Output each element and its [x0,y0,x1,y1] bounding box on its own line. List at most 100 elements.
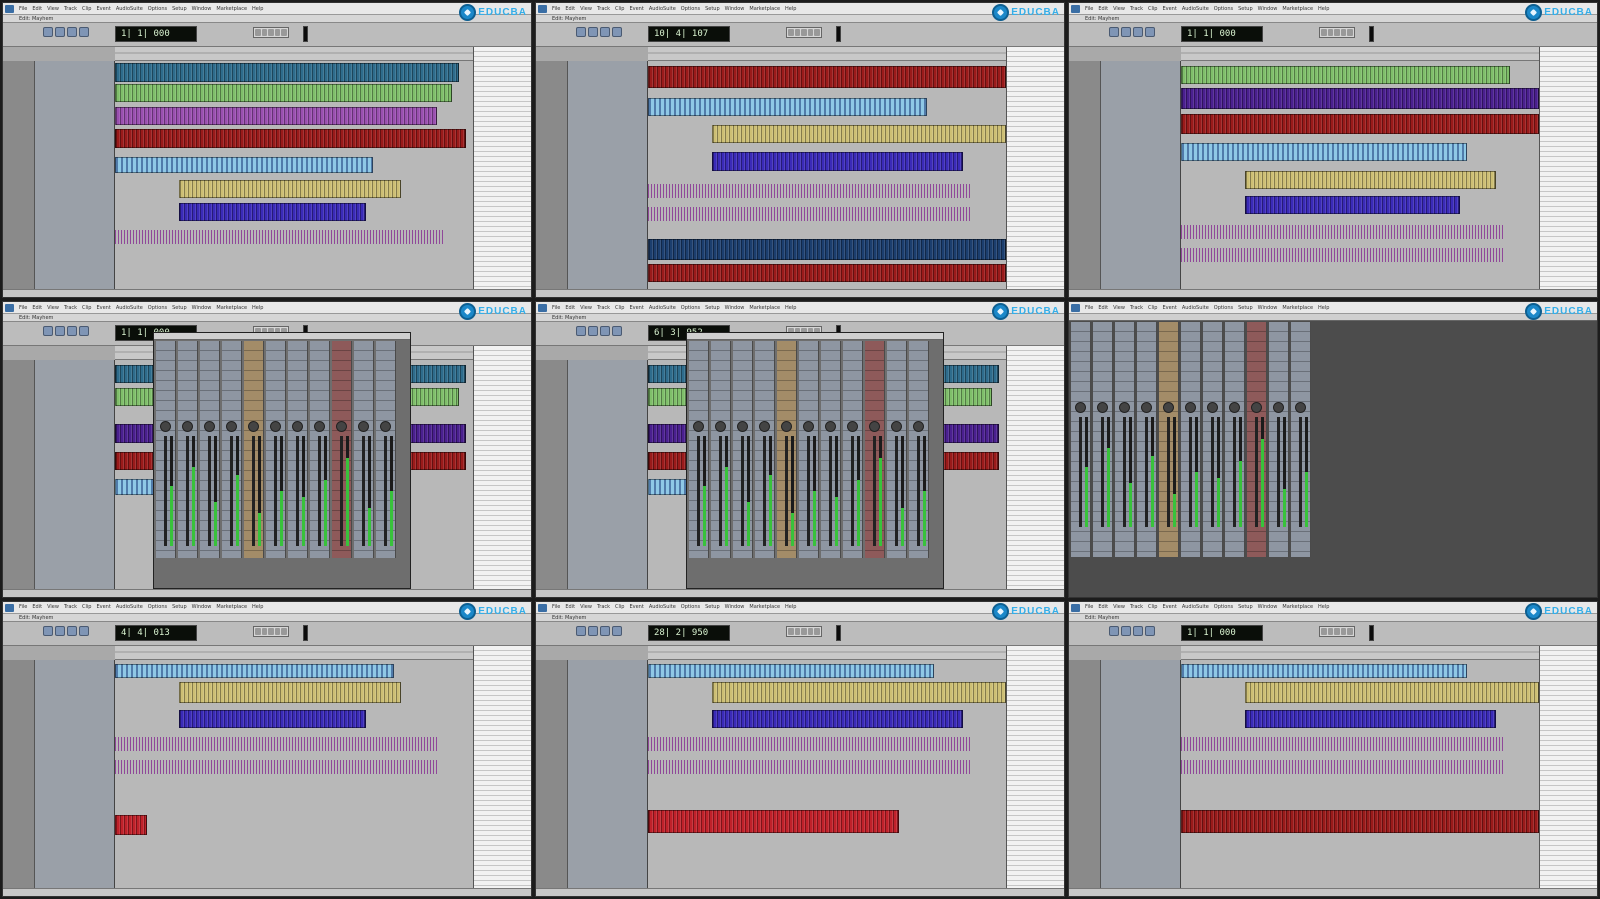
volume-fader[interactable] [851,436,854,547]
menu-event[interactable]: Event [629,604,643,610]
pan-knob[interactable] [336,421,347,433]
transport-button[interactable] [814,29,820,36]
edit-tool-button[interactable] [1145,625,1155,636]
volume-fader[interactable] [1189,417,1192,528]
mixer-channel-strip[interactable] [1291,322,1311,557]
menu-setup[interactable]: Setup [705,305,720,311]
volume-automation[interactable] [648,760,971,775]
menu-options[interactable]: Options [148,604,167,610]
edit-tool-button[interactable] [1145,27,1155,37]
menu-help[interactable]: Help [1318,305,1329,311]
menu-setup[interactable]: Setup [705,6,720,12]
volume-automation[interactable] [648,737,971,752]
transport-button[interactable] [1334,29,1340,36]
mixer-channel-strip[interactable] [1225,322,1245,557]
transport-button[interactable] [788,627,794,635]
transport-button[interactable] [794,627,801,635]
transport-controls[interactable] [786,27,822,38]
audio-clip[interactable] [179,202,366,221]
edit-tool-button[interactable] [43,625,53,636]
menu-event[interactable]: Event [96,6,110,12]
menu-file[interactable]: File [19,6,27,12]
pan-knob[interactable] [1097,402,1108,414]
edit-tool-button[interactable] [67,326,77,337]
edit-tool-button[interactable] [67,625,77,636]
menu-audiosuite[interactable]: AudioSuite [1182,305,1209,311]
transport-controls[interactable] [786,625,822,637]
menu-file[interactable]: File [552,604,560,610]
menu-marketplace[interactable]: Marketplace [749,6,780,12]
menu-help[interactable]: Help [1318,6,1329,12]
menu-clip[interactable]: Clip [82,604,91,610]
transport-button[interactable] [801,29,807,36]
volume-fader[interactable] [895,436,898,547]
menu-event[interactable]: Event [629,305,643,311]
mixer-channel-strip[interactable] [777,341,797,558]
menu-setup[interactable]: Setup [705,604,720,610]
volume-fader[interactable] [1255,417,1258,528]
volume-fader[interactable] [186,436,189,547]
menu-audiosuite[interactable]: AudioSuite [116,604,143,610]
menu-help[interactable]: Help [252,604,263,610]
pan-knob[interactable] [1273,402,1284,414]
menu-window[interactable]: Window [192,6,212,12]
mixer-channel-strip[interactable] [909,341,929,558]
menu-options[interactable]: Options [681,305,700,311]
mixer-channel-strip[interactable] [332,341,352,558]
menu-clip[interactable]: Clip [1148,604,1157,610]
volume-fader[interactable] [785,436,788,547]
menu-file[interactable]: File [552,6,560,12]
transport-button[interactable] [261,627,268,635]
menu-file[interactable]: File [552,305,560,311]
mixer-channel-strip[interactable] [887,341,907,558]
transport-button[interactable] [807,627,814,635]
menu-event[interactable]: Event [1162,6,1176,12]
transport-button[interactable] [1321,29,1327,36]
menu-window[interactable]: Window [192,604,212,610]
mixer-channel-strip[interactable] [288,341,308,558]
menu-options[interactable]: Options [1214,6,1233,12]
menu-file[interactable]: File [1085,6,1093,12]
audio-clip[interactable] [115,83,452,103]
pan-knob[interactable] [248,421,259,433]
volume-fader[interactable] [230,436,233,547]
volume-fader[interactable] [763,436,766,547]
audio-clip[interactable] [712,709,964,729]
transport-controls[interactable] [1319,625,1355,637]
transport-button[interactable] [255,29,261,36]
menu-options[interactable]: Options [1214,604,1233,610]
volume-fader[interactable] [318,436,321,547]
menu-track[interactable]: Track [597,604,610,610]
menu-marketplace[interactable]: Marketplace [216,604,247,610]
edit-tool-button[interactable] [1133,625,1143,636]
volume-automation[interactable] [115,229,445,244]
audio-clip[interactable] [648,264,1006,283]
menu-view[interactable]: View [47,604,59,610]
menu-clip[interactable]: Clip [615,6,624,12]
mixer-channel-strip[interactable] [222,341,242,558]
volume-fader[interactable] [1211,417,1214,528]
menu-event[interactable]: Event [96,604,110,610]
pan-knob[interactable] [1185,402,1196,414]
menu-track[interactable]: Track [597,305,610,311]
audio-clip[interactable] [648,239,1006,260]
volume-fader[interactable] [807,436,810,547]
pan-knob[interactable] [204,421,215,433]
menu-event[interactable]: Event [629,6,643,12]
menu-marketplace[interactable]: Marketplace [749,305,780,311]
mixer-channel-strip[interactable] [266,341,286,558]
mixer-channel-strip[interactable] [156,341,176,558]
menu-marketplace[interactable]: Marketplace [1282,604,1313,610]
menu-file[interactable]: File [1085,305,1093,311]
volume-fader[interactable] [917,436,920,547]
menu-options[interactable]: Options [148,305,167,311]
edit-tool-button[interactable] [600,625,610,636]
pan-knob[interactable] [160,421,171,433]
transport-button[interactable] [274,627,281,635]
edit-tool-button[interactable] [588,326,598,337]
mixer-channel-strip[interactable] [376,341,396,558]
mixer-channel-strip[interactable] [1115,322,1135,557]
menu-help[interactable]: Help [785,305,796,311]
audio-clip[interactable] [115,814,148,836]
edit-tool-button[interactable] [1121,27,1131,37]
